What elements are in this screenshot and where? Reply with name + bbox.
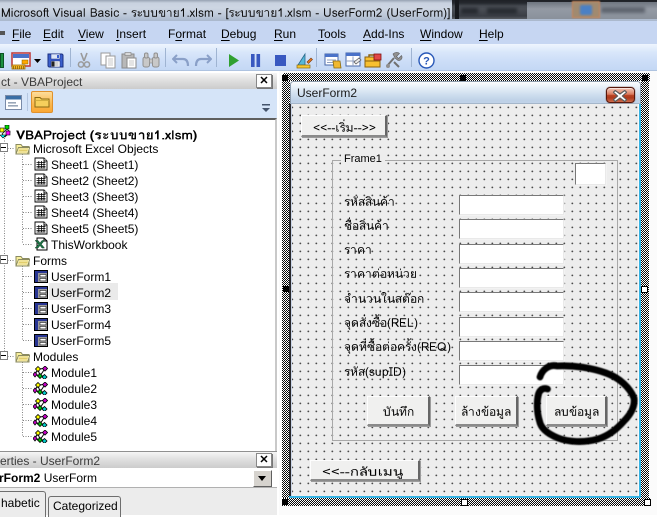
svg-text:?: ? (423, 56, 430, 68)
